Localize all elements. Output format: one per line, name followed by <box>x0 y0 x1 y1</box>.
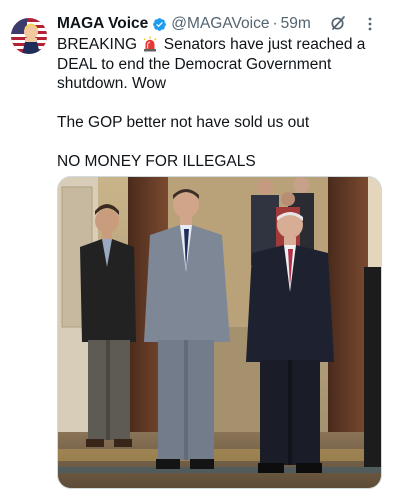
author-name[interactable]: MAGA Voice <box>57 15 148 33</box>
tweet[interactable]: MAGA Voice @MAGAVoice · 59m BREAKING Sen… <box>0 0 394 500</box>
tweet-text: BREAKING Senators have just reached a DE… <box>57 35 382 172</box>
siren-emoji-icon <box>142 36 158 52</box>
author-handle[interactable]: @MAGAVoice <box>171 15 269 33</box>
avatar-image <box>11 18 47 54</box>
tweet-paragraph-3: NO MONEY FOR ILLEGALS <box>57 153 256 170</box>
tweet-header: MAGA Voice @MAGAVoice · 59m <box>57 13 382 35</box>
breaking-label: BREAKING <box>57 36 138 53</box>
more-options-icon[interactable] <box>362 16 378 32</box>
verified-badge-icon <box>152 17 167 32</box>
separator-dot: · <box>272 15 278 32</box>
tweet-photo[interactable] <box>57 176 382 489</box>
tweet-paragraph-2: The GOP better not have sold us out <box>57 114 310 131</box>
avatar[interactable] <box>11 18 47 54</box>
grok-icon[interactable] <box>330 15 346 31</box>
photo-senators-walking <box>58 177 381 488</box>
tweet-paragraph-1: BREAKING Senators have just reached a DE… <box>57 35 382 94</box>
timestamp[interactable]: 59m <box>281 15 311 33</box>
